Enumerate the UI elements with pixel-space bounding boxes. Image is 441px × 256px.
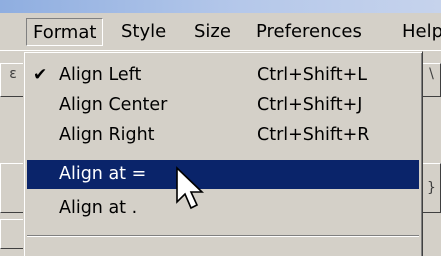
menu-item-label: Align Center	[59, 95, 168, 115]
menu-item-align-at-equals[interactable]: Align at =	[27, 160, 419, 189]
menu-item-align-center[interactable]: Align Center Ctrl+Shift+J	[27, 91, 419, 120]
menu-bar: Format Style Size Preferences Help	[0, 13, 441, 51]
menu-item-align-at-dot[interactable]: Align at .	[27, 194, 419, 223]
menu-help[interactable]: Help	[396, 18, 441, 46]
menu-item-shortcut: Ctrl+Shift+R	[257, 125, 370, 145]
background-window-right: \ }	[422, 51, 441, 256]
checkmark-icon: ✔	[33, 65, 48, 85]
menu-item-align-right[interactable]: Align Right Ctrl+Shift+R	[27, 121, 419, 150]
menu-item-label: Align Right	[59, 125, 155, 145]
menu-format[interactable]: Format	[26, 18, 104, 46]
menu-preferences[interactable]: Preferences	[250, 18, 368, 46]
menu-size[interactable]: Size	[188, 18, 237, 46]
menu-item-align-left[interactable]: ✔ Align Left Ctrl+Shift+L	[27, 61, 419, 90]
mouse-pointer-icon	[176, 166, 204, 210]
background-toolbar-button: \	[422, 63, 441, 97]
menu-item-shortcut: Ctrl+Shift+L	[257, 65, 367, 85]
format-dropdown-menu: ✔ Align Left Ctrl+Shift+L Align Center C…	[23, 51, 423, 256]
menu-item-label: Align at .	[59, 198, 138, 218]
menu-style[interactable]: Style	[115, 18, 172, 46]
menu-item-label: Align at =	[59, 164, 147, 184]
menu-item-shortcut: Ctrl+Shift+J	[257, 95, 363, 115]
menu-item-label: Align Left	[59, 65, 142, 85]
window-title-strip	[0, 0, 441, 13]
menu-separator	[27, 235, 419, 237]
background-toolbar-button: }	[422, 163, 441, 213]
